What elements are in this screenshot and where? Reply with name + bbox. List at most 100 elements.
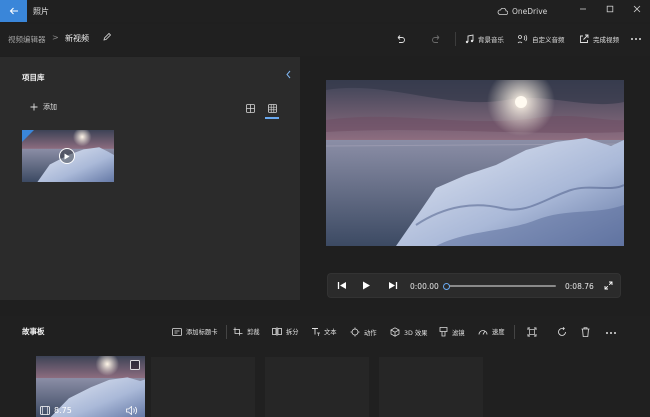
music-icon — [465, 34, 474, 44]
library-title: 项目库 — [22, 73, 45, 82]
seek-handle[interactable] — [443, 282, 450, 290]
empty-storyboard-slot[interactable] — [379, 357, 483, 417]
undo-icon — [397, 34, 405, 43]
speed-icon — [478, 330, 488, 335]
3d-effects-label: 3D 效果 — [404, 329, 428, 337]
custom-audio-label: 自定义音频 — [532, 36, 565, 44]
custom-audio-button[interactable]: 自定义音频 — [517, 30, 565, 48]
undo-button[interactable] — [395, 30, 406, 48]
resize-button[interactable] — [527, 327, 537, 337]
motion-icon — [350, 327, 360, 337]
filter-icon — [439, 327, 448, 337]
video-preview — [326, 80, 624, 246]
previous-frame-button[interactable] — [337, 281, 347, 290]
storyboard-more-button[interactable] — [605, 331, 617, 335]
play-icon — [363, 281, 370, 290]
chevron-left-icon — [286, 70, 291, 79]
film-icon — [40, 406, 50, 415]
filters-label: 滤镜 — [452, 329, 465, 337]
add-media-label: 添加 — [43, 103, 57, 111]
play-icon — [64, 153, 70, 159]
next-frame-button[interactable] — [388, 281, 398, 290]
minimize-icon — [579, 8, 586, 10]
rotate-button[interactable] — [557, 327, 567, 337]
text-icon — [312, 328, 320, 336]
breadcrumb-root[interactable]: 视频编辑器 — [8, 34, 46, 45]
selected-corner-marker — [22, 130, 34, 142]
text-button[interactable]: 文本 — [311, 327, 337, 336]
finish-video-label: 完成视频 — [593, 36, 619, 44]
delete-button[interactable] — [581, 327, 590, 337]
custom-audio-icon — [517, 34, 528, 44]
small-view-button[interactable] — [243, 101, 257, 115]
clip-duration: 8.75 — [40, 406, 72, 415]
3d-effects-button[interactable]: 3D 效果 — [390, 327, 427, 337]
speed-label: 速度 — [492, 329, 505, 336]
onedrive-status[interactable]: OneDrive — [497, 7, 547, 16]
finish-video-button[interactable]: 完成视频 — [579, 30, 619, 48]
app-title: 照片 — [33, 7, 49, 16]
motion-button[interactable]: 动作 — [350, 327, 377, 337]
background-music-button[interactable]: 背景音乐 — [465, 30, 504, 48]
redo-button[interactable] — [431, 30, 442, 48]
empty-storyboard-slot[interactable] — [265, 357, 369, 417]
fullscreen-button[interactable] — [604, 281, 613, 290]
add-title-card-button[interactable]: 添加标题卡 — [172, 327, 217, 336]
maximize-button[interactable] — [596, 0, 623, 18]
clip-select-checkbox[interactable] — [130, 360, 140, 370]
tool-divider — [226, 325, 227, 339]
split-icon — [272, 327, 282, 336]
onedrive-label: OneDrive — [512, 7, 548, 16]
title-card-icon — [172, 327, 182, 336]
breadcrumb-separator: > — [52, 33, 59, 42]
more-icon — [606, 332, 616, 334]
seek-bar[interactable] — [445, 285, 556, 287]
rename-button[interactable] — [102, 32, 112, 42]
close-icon — [633, 5, 640, 13]
collapse-library-button[interactable] — [285, 70, 292, 79]
tool-divider — [514, 325, 515, 339]
plus-icon — [30, 103, 38, 111]
large-grid-icon — [267, 103, 277, 113]
minimize-button[interactable] — [569, 0, 596, 18]
add-media-button[interactable]: 添加 — [30, 102, 57, 112]
trash-icon — [581, 327, 590, 337]
split-label: 拆分 — [286, 329, 299, 336]
3d-effects-icon — [390, 327, 400, 337]
filters-button[interactable]: 滤镜 — [439, 327, 465, 337]
thumbnail-play-button[interactable] — [59, 148, 75, 164]
large-view-button[interactable] — [265, 101, 279, 115]
breadcrumb-current: 新视频 — [65, 34, 89, 43]
rewind-icon — [337, 282, 346, 289]
more-options-button[interactable] — [630, 30, 642, 48]
pencil-icon — [103, 32, 112, 41]
current-time: 0:00.00 — [410, 282, 439, 291]
close-button[interactable] — [623, 0, 650, 18]
active-view-indicator — [265, 117, 279, 119]
trim-icon — [233, 327, 243, 336]
clip-volume-button[interactable] — [126, 406, 138, 415]
title-bar — [0, 0, 650, 22]
text-label: 文本 — [324, 329, 337, 336]
add-title-card-label: 添加标题卡 — [186, 329, 218, 336]
total-time: 0:08.76 — [565, 282, 594, 291]
window-controls — [569, 0, 650, 18]
play-button[interactable] — [362, 281, 371, 290]
trim-button[interactable]: 剪裁 — [233, 327, 260, 336]
back-button[interactable] — [0, 0, 27, 22]
clip-duration-value: 8.75 — [54, 406, 72, 415]
split-button[interactable]: 拆分 — [272, 327, 299, 336]
forward-icon — [389, 282, 398, 289]
redo-icon — [432, 34, 440, 43]
storyboard-title: 故事板 — [22, 327, 45, 336]
speed-button[interactable]: 速度 — [478, 327, 505, 336]
back-arrow-icon — [9, 7, 18, 15]
toolbar-divider — [455, 32, 456, 46]
trim-label: 剪裁 — [247, 329, 260, 336]
empty-storyboard-slot[interactable] — [151, 357, 255, 417]
volume-icon — [126, 406, 137, 415]
export-icon — [580, 34, 589, 43]
background-music-label: 背景音乐 — [478, 36, 504, 44]
more-icon — [631, 38, 641, 40]
maximize-icon — [606, 5, 613, 13]
